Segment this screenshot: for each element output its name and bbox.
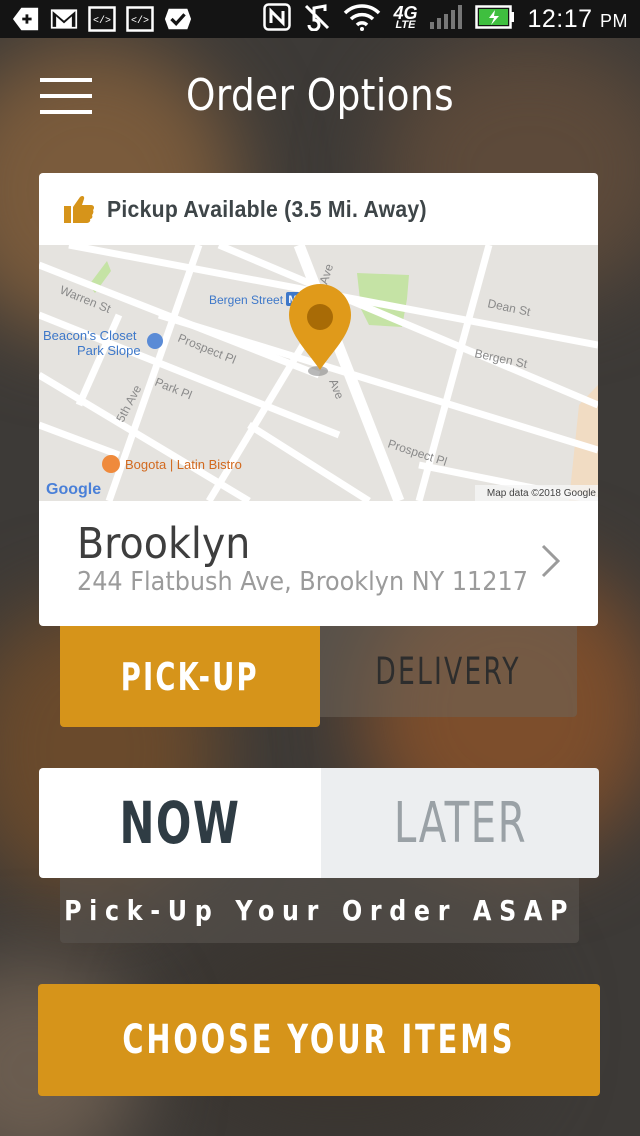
- nfc-icon: [263, 2, 292, 36]
- svg-text:</>: </>: [131, 15, 149, 27]
- choose-items-button[interactable]: CHOOSE YOUR ITEMS: [38, 984, 600, 1096]
- store-name: Brooklyn: [77, 519, 251, 569]
- pickup-button[interactable]: PICK-UP: [60, 626, 320, 727]
- map-place-label: Park Slope: [77, 343, 141, 358]
- availability-text: Pickup Available (3.5 Mi. Away): [107, 195, 427, 222]
- map-street-label: Bergen Street: [209, 293, 284, 307]
- check-icon: [164, 5, 192, 33]
- add-icon: [12, 5, 40, 33]
- google-logo: Google: [46, 481, 101, 498]
- network-type-label: 4G LTE: [393, 3, 418, 31]
- signal-icon: [429, 4, 463, 35]
- map-attribution: Map data ©2018 Google: [487, 488, 597, 499]
- chevron-right-icon: [541, 544, 561, 578]
- now-label: NOW: [119, 789, 241, 857]
- status-bar: </> </> 4G LTE 12:17 PM: [0, 0, 640, 38]
- location-card: Pickup Available (3.5 Mi. Away) Warren S…: [39, 173, 598, 626]
- store-location-row[interactable]: Brooklyn 244 Flatbush Ave, Brooklyn NY 1…: [39, 501, 598, 626]
- later-button[interactable]: LATER: [321, 768, 599, 878]
- later-label: LATER: [393, 790, 527, 856]
- battery-charging-icon: [475, 4, 515, 34]
- gmail-icon: [50, 5, 78, 33]
- delivery-label: DELIVERY: [375, 650, 522, 693]
- pickup-time-note: Pick-Up Your Order ASAP: [60, 878, 579, 943]
- page-title: Order Options: [185, 70, 454, 121]
- order-type-selector: PICK-UP DELIVERY: [60, 626, 577, 727]
- availability-banner: Pickup Available (3.5 Mi. Away): [39, 173, 598, 245]
- map-place-label: Bogota | Latin Bistro: [125, 457, 242, 472]
- mute-icon: [303, 3, 331, 36]
- delivery-button[interactable]: DELIVERY: [320, 626, 577, 717]
- map-place-label: Beacon's Closet: [43, 328, 137, 343]
- pickup-time-note-text: Pick-Up Your Order ASAP: [64, 894, 575, 927]
- store-address: 244 Flatbush Ave, Brooklyn NY 11217: [77, 567, 528, 597]
- code-icon: </>: [88, 5, 116, 33]
- shopping-icon: [147, 333, 163, 349]
- now-button[interactable]: NOW: [39, 768, 321, 878]
- order-time-selector: NOW LATER: [39, 768, 599, 878]
- code-icon: </>: [126, 5, 154, 33]
- thumbs-up-icon: [64, 195, 95, 223]
- wifi-icon: [343, 3, 381, 36]
- clock: 12:17 PM: [527, 4, 628, 33]
- svg-text:</>: </>: [93, 15, 111, 27]
- pickup-label: PICK-UP: [121, 654, 259, 699]
- map-view[interactable]: Warren St Bergen Street Dean St Bergen S…: [39, 245, 598, 501]
- choose-items-label: CHOOSE YOUR ITEMS: [122, 1017, 516, 1063]
- restaurant-icon: [102, 455, 120, 473]
